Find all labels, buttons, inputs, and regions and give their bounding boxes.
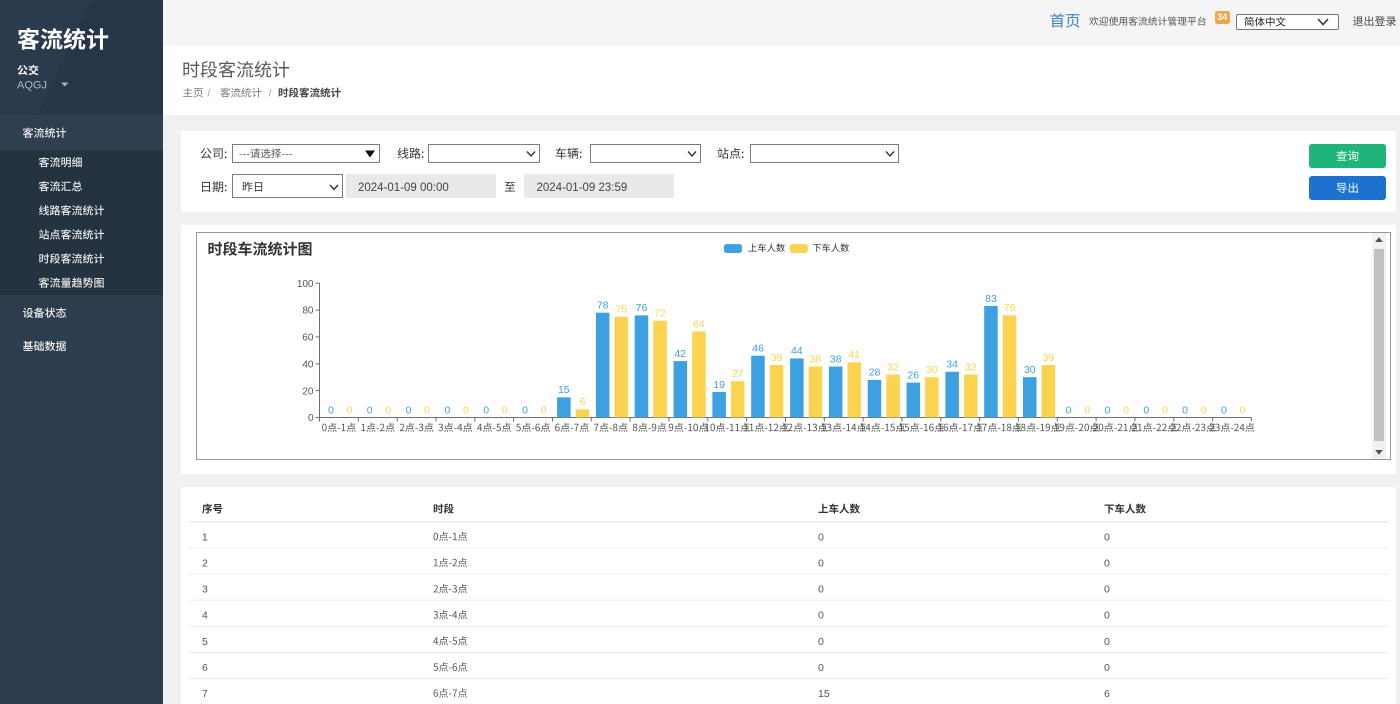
svg-text:0: 0 — [1066, 404, 1072, 416]
svg-text:0: 0 — [818, 636, 824, 648]
svg-text:0: 0 — [1221, 404, 1227, 416]
svg-text:2024-01-09 00:00: 2024-01-09 00:00 — [358, 182, 449, 194]
svg-text:39: 39 — [1043, 352, 1055, 364]
svg-text:38: 38 — [830, 353, 842, 365]
svg-text:30: 30 — [926, 364, 938, 376]
svg-text:0: 0 — [1123, 404, 1129, 416]
svg-text:26: 26 — [907, 369, 919, 381]
svg-text:0: 0 — [1143, 404, 1149, 416]
svg-text:0: 0 — [308, 413, 314, 424]
svg-text:0: 0 — [385, 404, 391, 416]
svg-text:76: 76 — [1004, 302, 1016, 314]
svg-text:0: 0 — [1104, 404, 1110, 416]
svg-text:15: 15 — [818, 688, 830, 700]
svg-text:20: 20 — [302, 386, 314, 397]
svg-text:6: 6 — [202, 662, 208, 674]
svg-text:28: 28 — [869, 367, 881, 379]
svg-text:32: 32 — [965, 361, 977, 373]
svg-text:0: 0 — [1201, 404, 1207, 416]
svg-text:44: 44 — [791, 345, 803, 357]
svg-text:0: 0 — [1104, 558, 1110, 570]
svg-text:0: 0 — [818, 662, 824, 674]
svg-text:0: 0 — [502, 404, 508, 416]
svg-text:0: 0 — [522, 404, 528, 416]
svg-text:/: / — [269, 88, 272, 100]
svg-text:2: 2 — [202, 558, 208, 570]
svg-text:39: 39 — [771, 352, 783, 364]
svg-text:72: 72 — [654, 308, 666, 320]
svg-text:78: 78 — [597, 300, 609, 312]
svg-text:0: 0 — [1104, 636, 1110, 648]
svg-text:0: 0 — [444, 404, 450, 416]
svg-text:0: 0 — [541, 404, 547, 416]
svg-text:42: 42 — [674, 348, 686, 360]
svg-text:76: 76 — [636, 302, 648, 314]
svg-text:6: 6 — [1104, 688, 1110, 700]
svg-text:0: 0 — [406, 404, 412, 416]
svg-text:41: 41 — [848, 349, 860, 361]
svg-text:0: 0 — [1104, 531, 1110, 543]
svg-text:3: 3 — [202, 584, 208, 596]
svg-text:0: 0 — [483, 404, 489, 416]
svg-text:30: 30 — [1024, 364, 1036, 376]
svg-text:15: 15 — [558, 384, 570, 396]
svg-text:32: 32 — [887, 361, 899, 373]
svg-text:0: 0 — [1182, 404, 1188, 416]
svg-text:0: 0 — [1104, 662, 1110, 674]
svg-text:27: 27 — [732, 368, 744, 380]
svg-text:1: 1 — [202, 531, 208, 543]
svg-text:0: 0 — [818, 584, 824, 596]
svg-text:4: 4 — [202, 610, 208, 622]
svg-text:46: 46 — [752, 343, 764, 355]
svg-text:AQGJ: AQGJ — [17, 80, 47, 92]
svg-text:34: 34 — [946, 359, 958, 371]
svg-text:0: 0 — [818, 531, 824, 543]
svg-text:0: 0 — [1104, 584, 1110, 596]
svg-text:6: 6 — [579, 396, 585, 408]
svg-text:0: 0 — [1240, 404, 1246, 416]
svg-text:80: 80 — [302, 306, 314, 317]
svg-text:60: 60 — [302, 333, 314, 344]
svg-text:40: 40 — [302, 359, 314, 370]
svg-text:0: 0 — [346, 404, 352, 416]
svg-text:0: 0 — [424, 404, 430, 416]
svg-text:19: 19 — [713, 379, 725, 391]
svg-text:75: 75 — [615, 304, 627, 316]
svg-text:5: 5 — [202, 636, 208, 648]
svg-text:0: 0 — [463, 404, 469, 416]
svg-text:7: 7 — [202, 688, 208, 700]
svg-text:/: / — [208, 88, 211, 100]
svg-text:83: 83 — [985, 293, 997, 305]
svg-text:0: 0 — [1104, 610, 1110, 622]
svg-text:100: 100 — [297, 279, 314, 290]
svg-text:38: 38 — [810, 353, 822, 365]
svg-text:0: 0 — [367, 404, 373, 416]
svg-text:0: 0 — [1084, 404, 1090, 416]
svg-text:0: 0 — [818, 610, 824, 622]
svg-text:0: 0 — [328, 404, 334, 416]
svg-text:0: 0 — [1162, 404, 1168, 416]
svg-text:2024-01-09 23:59: 2024-01-09 23:59 — [537, 182, 628, 194]
svg-text:34: 34 — [1217, 12, 1227, 22]
svg-text:0: 0 — [818, 558, 824, 570]
svg-text:64: 64 — [693, 318, 705, 330]
